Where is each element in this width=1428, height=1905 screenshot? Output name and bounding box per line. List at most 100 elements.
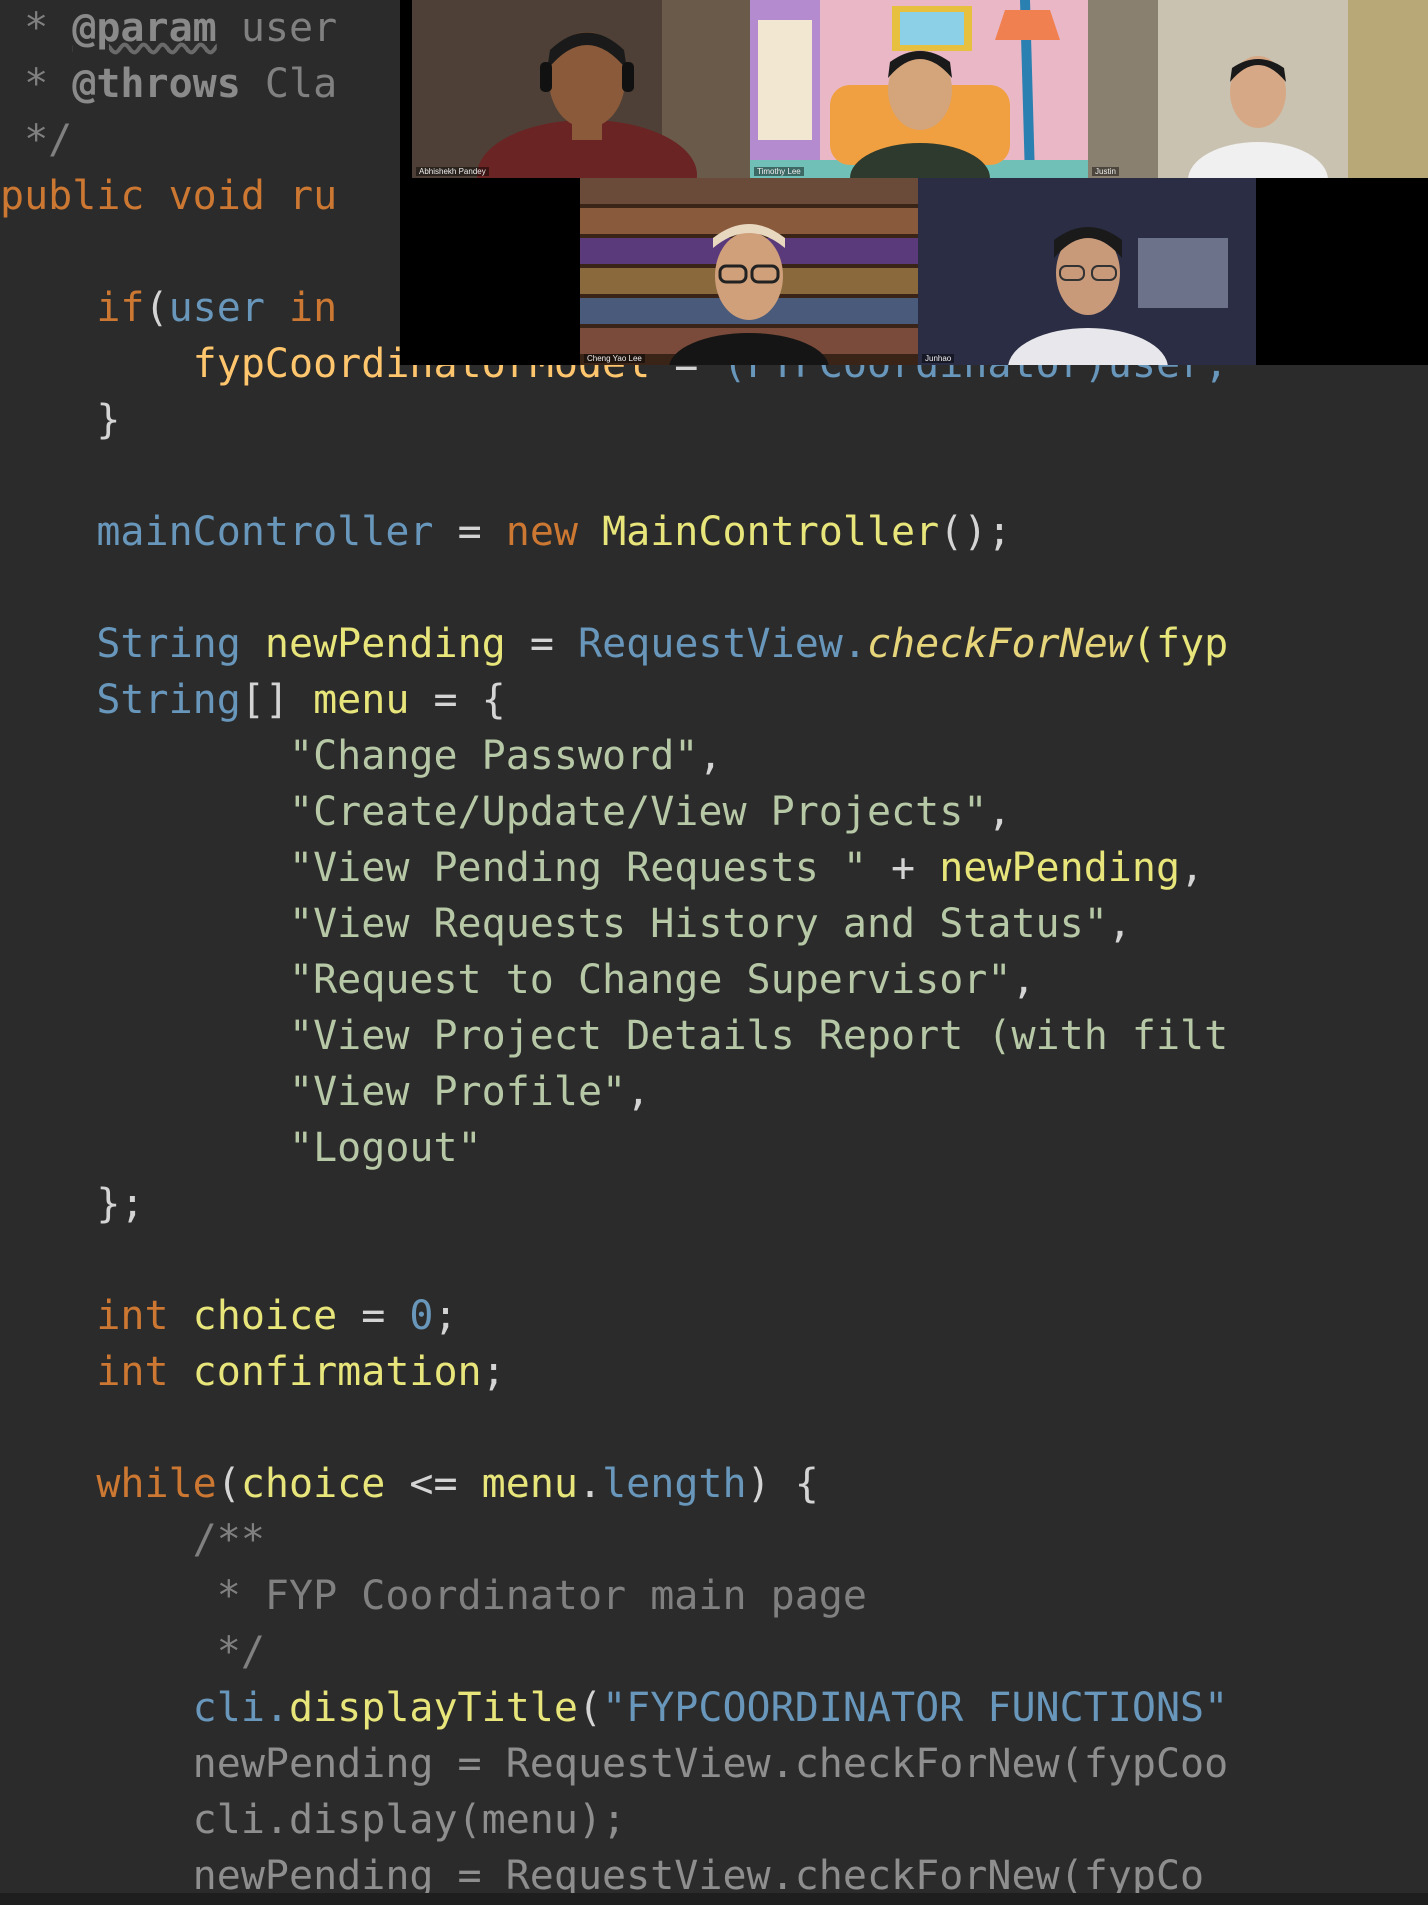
code-token: @param bbox=[72, 5, 217, 51]
code-token: length bbox=[602, 1461, 747, 1507]
code-line[interactable]: cli.display(menu); bbox=[0, 1792, 626, 1848]
participant-name: Timothy Lee bbox=[754, 167, 804, 176]
code-token: , bbox=[987, 789, 1012, 835]
code-token: public bbox=[0, 173, 169, 219]
code-line[interactable]: int confirmation; bbox=[0, 1344, 506, 1400]
code-token: ( bbox=[216, 1461, 241, 1507]
code-token: "Change Password" bbox=[0, 733, 699, 779]
code-token: , bbox=[698, 733, 723, 779]
code-token: ; bbox=[481, 1349, 506, 1395]
code-token: . bbox=[578, 1461, 603, 1507]
code-line[interactable]: * @param user bbox=[0, 0, 337, 56]
code-token: , bbox=[626, 1069, 651, 1115]
participant-video bbox=[918, 178, 1256, 365]
code-token: (fyp bbox=[1131, 621, 1229, 667]
code-token: RequestView. bbox=[577, 621, 867, 667]
participant-name: Abhishekh Pandey bbox=[416, 167, 489, 176]
code-token: int bbox=[0, 1293, 193, 1339]
code-line[interactable]: String[] menu = { bbox=[0, 672, 506, 728]
code-line[interactable]: "View Project Details Report (with filt bbox=[0, 1008, 1228, 1064]
code-line[interactable]: cli.displayTitle("FYPCOORDINATOR FUNCTIO… bbox=[0, 1680, 1229, 1736]
code-token: "View Requests History and Status" bbox=[0, 901, 1108, 947]
code-line[interactable]: "View Profile", bbox=[0, 1064, 650, 1120]
code-token: String bbox=[0, 677, 241, 723]
code-token: */ bbox=[0, 1629, 265, 1675]
code-token: "View Profile" bbox=[0, 1069, 627, 1115]
code-token: * bbox=[0, 61, 73, 107]
code-token: cli. bbox=[0, 1685, 289, 1731]
video-call-overlay: Abhishekh Pandey Timothy Lee Justin Chen… bbox=[400, 0, 1428, 365]
code-line[interactable]: "Create/Update/View Projects", bbox=[0, 784, 1011, 840]
code-token: user bbox=[216, 5, 338, 51]
code-token: /** bbox=[0, 1517, 265, 1563]
code-line[interactable]: if(user in bbox=[0, 280, 337, 336]
code-token: [] bbox=[240, 677, 314, 723]
code-token: in bbox=[289, 285, 338, 331]
code-line[interactable]: }; bbox=[0, 1176, 145, 1232]
code-line[interactable]: "View Pending Requests " + newPending, bbox=[0, 840, 1204, 896]
code-line[interactable]: String newPending = RequestView.checkFor… bbox=[0, 616, 1228, 672]
code-token: "View Project Details Report (with filt bbox=[0, 1013, 1229, 1059]
code-token: */ bbox=[0, 117, 73, 163]
code-line[interactable]: */ bbox=[0, 112, 72, 168]
code-line[interactable]: "Request to Change Supervisor", bbox=[0, 952, 1036, 1008]
code-token: newPending bbox=[264, 621, 530, 667]
bottom-edge-bar bbox=[0, 1893, 1428, 1905]
code-token: ) { bbox=[746, 1461, 819, 1507]
participant-tile[interactable]: Timothy Lee bbox=[750, 0, 1088, 178]
participant-name: Justin bbox=[1092, 167, 1119, 176]
code-token: ru bbox=[289, 173, 338, 219]
participant-tile[interactable]: Junhao bbox=[918, 178, 1256, 365]
participant-video bbox=[750, 0, 1088, 178]
code-token: } bbox=[0, 397, 121, 443]
participant-name: Junhao bbox=[922, 354, 955, 363]
code-token: "Create/Update/View Projects" bbox=[0, 789, 988, 835]
code-token: "Logout" bbox=[0, 1125, 482, 1171]
code-token: ( bbox=[144, 285, 169, 331]
code-token: , bbox=[1107, 901, 1132, 947]
code-token: }; bbox=[0, 1181, 145, 1227]
code-token: newPending bbox=[939, 845, 1181, 891]
code-token: <= bbox=[409, 1461, 482, 1507]
code-token: int bbox=[0, 1349, 193, 1395]
code-line[interactable]: "Change Password", bbox=[0, 728, 723, 784]
code-token: Cla bbox=[240, 61, 338, 107]
code-line[interactable]: "Logout" bbox=[0, 1120, 482, 1176]
code-line[interactable]: } bbox=[0, 392, 120, 448]
code-line[interactable]: * FYP Coordinator main page bbox=[0, 1568, 867, 1624]
code-token: 0 bbox=[409, 1293, 434, 1339]
code-line[interactable]: /** bbox=[0, 1512, 265, 1568]
code-token: newPending = RequestView.checkForNew(fyp… bbox=[0, 1741, 1229, 1787]
code-line[interactable]: mainController = new MainController(); bbox=[0, 504, 1011, 560]
code-line[interactable]: */ bbox=[0, 1624, 265, 1680]
code-token: "View Pending Requests " bbox=[0, 845, 892, 891]
code-line[interactable]: newPending = RequestView.checkForNew(fyp… bbox=[0, 1736, 1229, 1792]
code-token: menu bbox=[313, 677, 434, 723]
code-token: while bbox=[0, 1461, 217, 1507]
code-token: String bbox=[0, 621, 265, 667]
code-line[interactable]: * @throws Cla bbox=[0, 56, 337, 112]
code-token: "Request to Change Supervisor" bbox=[0, 957, 1012, 1003]
participant-video bbox=[412, 0, 750, 178]
code-token: if bbox=[0, 285, 145, 331]
code-line[interactable]: public void ru bbox=[0, 168, 337, 224]
code-token: * FYP Coordinator main page bbox=[0, 1573, 867, 1619]
code-token: "FYPCOORDINATOR FUNCTIONS" bbox=[602, 1685, 1229, 1731]
code-token: new bbox=[505, 509, 603, 555]
code-token: , bbox=[1011, 957, 1036, 1003]
code-token: menu bbox=[481, 1461, 578, 1507]
code-line[interactable]: "View Requests History and Status", bbox=[0, 896, 1132, 952]
participant-tile[interactable]: Cheng Yao Lee bbox=[580, 178, 918, 365]
code-token: + bbox=[891, 845, 940, 891]
code-token: = { bbox=[433, 677, 506, 723]
code-token: user bbox=[168, 285, 290, 331]
code-token: choice bbox=[240, 1461, 410, 1507]
code-line[interactable]: while(choice <= menu.length) { bbox=[0, 1456, 819, 1512]
participant-tile[interactable]: Justin bbox=[1088, 0, 1428, 178]
code-token: displayTitle bbox=[288, 1685, 578, 1731]
participant-tile[interactable]: Abhishekh Pandey bbox=[412, 0, 750, 178]
code-line[interactable]: int choice = 0; bbox=[0, 1288, 457, 1344]
code-token: = bbox=[457, 509, 506, 555]
participant-video bbox=[1088, 0, 1428, 178]
code-token: = bbox=[529, 621, 578, 667]
